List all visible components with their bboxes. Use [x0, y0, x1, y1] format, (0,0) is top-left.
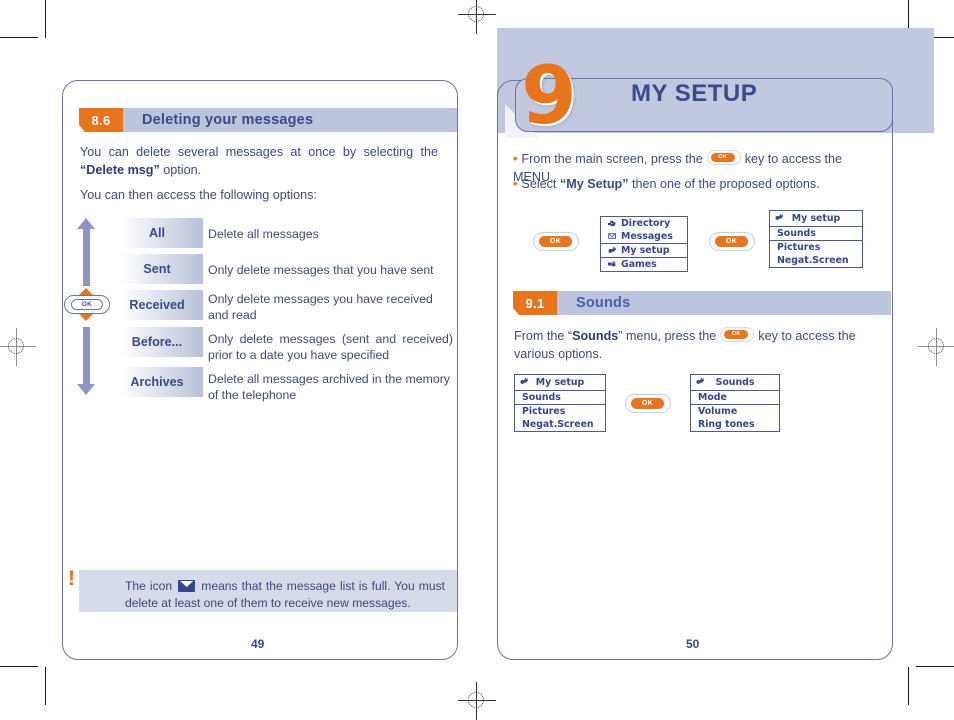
- screen-row-negat-screen[interactable]: Negat.Screen: [770, 254, 862, 267]
- option-box-archives[interactable]: Archives: [111, 367, 203, 397]
- bullet-1-before: From the main screen, press the: [521, 152, 703, 166]
- intro-1-bold: “Delete msg”: [80, 163, 160, 178]
- screen-row-ring-tones[interactable]: Ring tones: [691, 418, 779, 431]
- menu-row-messages[interactable]: Messages: [601, 230, 687, 243]
- menu-label-my-setup: My setup: [621, 245, 670, 256]
- screen-row-volume[interactable]: Volume: [691, 405, 779, 418]
- registration-mark-right: [918, 328, 954, 366]
- screen-title-my-setup: My setup: [770, 211, 862, 226]
- warning-note-text: The icon means that the message list is …: [125, 578, 445, 611]
- menu-label-messages: Messages: [621, 231, 673, 242]
- flow2-ok-key[interactable]: [625, 394, 671, 413]
- ok-key-icon[interactable]: [706, 150, 741, 165]
- screen-row-pictures[interactable]: Pictures: [515, 405, 605, 418]
- option-desc-archives: Delete all messages archived in the memo…: [208, 372, 450, 403]
- screen-title-sounds: Sounds: [691, 375, 779, 390]
- crop-mark-tl-v: [45, 0, 47, 38]
- bullet-2-before: Select: [521, 177, 560, 191]
- page-number-left: 49: [251, 637, 265, 651]
- nav-ok-key[interactable]: OK: [64, 295, 110, 314]
- s91-bold: Sounds: [572, 329, 619, 343]
- bullet-dot-icon: •: [513, 152, 518, 166]
- scroll-up-arrow-shaft: [82, 228, 90, 286]
- registration-mark-bottom: [458, 682, 496, 720]
- screen-row-sounds[interactable]: Sounds: [770, 226, 862, 241]
- crop-mark-br-v: [908, 667, 910, 705]
- scroll-down-arrow-shaft: [82, 327, 90, 385]
- s91-before: From the “: [514, 329, 573, 343]
- section-number-badge: 8.6: [79, 108, 123, 132]
- crop-mark-br-h: [916, 666, 954, 668]
- my-setup-icon: [696, 378, 704, 384]
- menu-row-games[interactable]: Games: [601, 258, 687, 271]
- ok-key-icon[interactable]: [720, 327, 755, 342]
- bullet-2-bold: “My Setup”: [559, 177, 629, 191]
- option-desc-sent: Only delete messages that you have sent: [208, 263, 434, 277]
- option-desc-all: Delete all messages: [208, 227, 319, 241]
- option-box-before[interactable]: Before...: [111, 327, 203, 357]
- option-box-received[interactable]: Received: [111, 290, 203, 320]
- bullet-2-after: then one of the proposed options.: [628, 177, 820, 191]
- menu-row-directory[interactable]: Directory: [601, 217, 687, 230]
- my-setup-icon: [775, 214, 783, 220]
- screen-title-label: My setup: [791, 213, 841, 224]
- manual-spread: 8.6 Deleting your messages You can delet…: [0, 0, 954, 720]
- nav-up-triangle: [79, 288, 93, 295]
- section-title: Sounds: [557, 291, 891, 315]
- screen-title-label: My setup: [535, 377, 585, 388]
- scroll-down-arrow-head: [77, 384, 95, 395]
- crop-mark-tl-h: [0, 37, 38, 39]
- bullet-2: • Select “My Setup” then one of the propo…: [513, 176, 883, 194]
- menu-label-directory: Directory: [621, 218, 671, 229]
- section-title: Deleting your messages: [123, 108, 457, 132]
- warning-note: ! The icon means that the message list i…: [68, 568, 457, 612]
- registration-mark-top: [458, 0, 496, 34]
- flow2-my-setup-screen: My setup Sounds Pictures Negat.Screen: [514, 374, 606, 432]
- section-heading-9-1: 9.1 Sounds: [513, 291, 891, 315]
- screen-title-label: Sounds: [715, 377, 755, 388]
- screen-row-mode[interactable]: Mode: [691, 390, 779, 405]
- page-number-right: 50: [686, 637, 700, 651]
- chapter-title: MY SETUP: [631, 80, 758, 107]
- screen-row-sounds[interactable]: Sounds: [515, 390, 605, 405]
- flow1-ok-key-1[interactable]: [533, 232, 579, 251]
- flow1-ok-key-2[interactable]: [709, 232, 755, 251]
- my-setup-icon: [608, 247, 616, 253]
- screen-row-negat-screen[interactable]: Negat.Screen: [515, 418, 605, 431]
- registration-mark-left: [0, 328, 36, 366]
- flow1-menu-screen: Directory Messages My setup Games: [600, 216, 688, 272]
- intro-1-suffix: option.: [159, 163, 202, 178]
- option-box-sent[interactable]: Sent: [111, 254, 203, 284]
- section-9-1-text: From the “Sounds” menu, press thekey to …: [514, 327, 884, 364]
- menu-row-my-setup[interactable]: My setup: [601, 243, 687, 258]
- chapter-number: 9: [521, 49, 577, 142]
- intro-paragraph-1: You can delete several messages at once …: [80, 143, 438, 180]
- my-setup-icon: [520, 378, 528, 384]
- option-desc-before: Only delete messages (sent and received)…: [208, 332, 453, 363]
- nav-ok-label: OK: [71, 299, 103, 310]
- crop-mark-bl-v: [45, 667, 47, 705]
- option-desc-received: Only delete messages you have received a…: [208, 292, 433, 323]
- screen-row-pictures[interactable]: Pictures: [770, 241, 862, 254]
- intro-1-prefix: You can delete several messages at once …: [80, 145, 438, 159]
- flow2-sounds-screen: Sounds Mode Volume Ring tones: [690, 374, 780, 432]
- option-box-all[interactable]: All: [111, 218, 203, 248]
- note-text-before: The icon: [125, 579, 177, 593]
- games-icon: [608, 261, 616, 267]
- nav-down-triangle: [79, 314, 93, 321]
- flow1-my-setup-screen: My setup Sounds Pictures Negat.Screen: [769, 210, 863, 268]
- crop-mark-bl-h: [0, 666, 38, 668]
- directory-icon: [608, 220, 616, 226]
- envelope-icon: [178, 580, 196, 592]
- section-heading-8-6: 8.6 Deleting your messages: [79, 108, 457, 132]
- menu-label-games: Games: [621, 259, 657, 270]
- intro-paragraph-2: You can then access the following option…: [80, 188, 317, 202]
- screen-title-my-setup: My setup: [515, 375, 605, 390]
- s91-mid: ” menu, press the: [618, 329, 717, 343]
- messages-icon: [608, 233, 616, 239]
- exclamation-icon: !: [68, 567, 75, 590]
- section-number-badge: 9.1: [513, 291, 557, 315]
- bullet-dot-icon: •: [513, 177, 518, 191]
